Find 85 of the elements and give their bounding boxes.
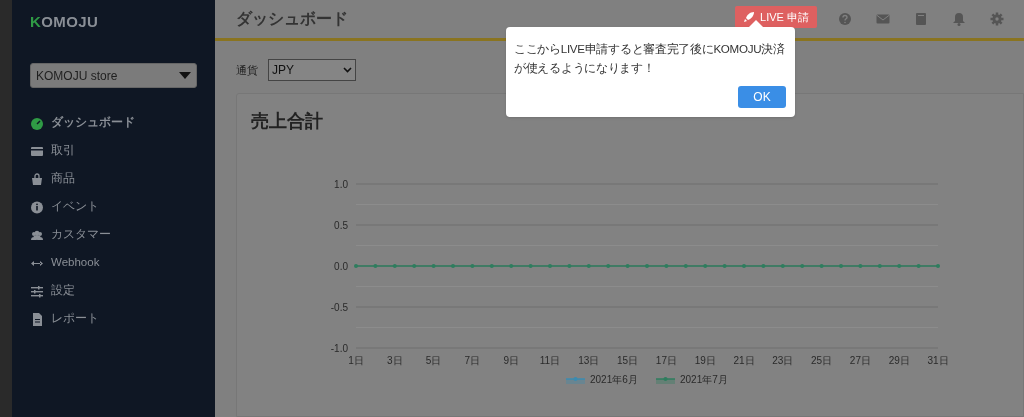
help-icon[interactable] — [838, 12, 852, 26]
data-point — [897, 264, 902, 268]
data-point — [877, 264, 882, 268]
x-tick-label: 15日 — [617, 355, 639, 366]
page-title: ダッシュボード — [236, 9, 348, 29]
currency-select[interactable]: JPY — [268, 59, 356, 81]
ok-button[interactable]: OK — [738, 86, 786, 108]
data-point — [392, 264, 397, 268]
book-icon[interactable] — [914, 12, 928, 26]
nav-item[interactable]: 取引 — [51, 142, 75, 160]
x-tick-label: 11日 — [539, 355, 561, 366]
caret-icon — [179, 72, 191, 79]
y-tick-label: -0.5 — [330, 302, 348, 313]
nav-item[interactable]: Webhook — [51, 254, 100, 272]
data-point — [606, 264, 611, 268]
legend-label: 2021年7月 — [680, 374, 728, 385]
data-point — [431, 264, 436, 268]
x-tick-label: 23日 — [772, 355, 794, 366]
sliders-icon — [30, 283, 44, 299]
store-select[interactable]: KOMOJU store — [30, 63, 197, 88]
data-point — [567, 264, 572, 268]
legend-swatch-icon — [655, 377, 676, 384]
nav-item[interactable]: イベント — [51, 198, 99, 216]
data-point — [839, 264, 843, 268]
x-tick-label: 29日 — [888, 355, 910, 366]
rocket-icon — [743, 11, 756, 23]
y-tick-label: 0.5 — [334, 220, 348, 231]
data-point — [916, 264, 921, 268]
data-point — [412, 264, 417, 268]
data-point — [509, 264, 514, 268]
data-point — [664, 264, 669, 268]
logo: KOMOJU — [30, 13, 99, 30]
data-point — [528, 264, 533, 268]
x-tick-label: 3日 — [387, 355, 403, 366]
settings-icon[interactable] — [990, 12, 1004, 26]
bag-icon — [30, 171, 44, 187]
data-point — [451, 264, 455, 268]
data-point — [780, 264, 785, 268]
data-point — [625, 264, 630, 268]
x-tick-label: 7日 — [464, 355, 481, 366]
x-tick-label: 31日 — [927, 355, 949, 366]
card-title: 売上合計 — [251, 110, 323, 133]
legend-swatch-icon — [565, 377, 586, 384]
info-icon — [30, 199, 44, 215]
data-point — [489, 264, 494, 268]
data-point — [819, 264, 824, 268]
y-tick-label: 1.0 — [334, 179, 348, 190]
data-point — [800, 264, 805, 268]
nav-item[interactable]: ダッシュボード — [51, 114, 135, 132]
x-tick-label: 5日 — [425, 355, 442, 366]
data-point — [722, 264, 727, 268]
x-tick-label: 27日 — [849, 355, 871, 366]
data-point — [470, 264, 475, 268]
data-point — [761, 264, 766, 268]
popover-message: ここからLIVE申請すると審査完了後にKOMOJU決済が使えるようになります！ — [513, 41, 786, 77]
data-point — [548, 264, 552, 268]
nav-item[interactable]: レポート — [51, 310, 99, 328]
nav-item[interactable]: 商品 — [51, 170, 75, 188]
x-tick-label: 13日 — [578, 355, 600, 366]
y-tick-label: 0.0 — [334, 261, 348, 272]
nav-item[interactable]: カスタマー — [51, 226, 111, 244]
data-point — [936, 264, 940, 268]
bell-icon[interactable] — [952, 12, 966, 26]
x-tick-label: 25日 — [811, 355, 833, 366]
x-tick-label: 19日 — [694, 355, 716, 366]
nav-item[interactable]: 設定 — [51, 282, 75, 300]
data-point — [373, 264, 378, 268]
currency-label: 通貨 — [236, 62, 258, 78]
live-apply-button[interactable]: LIVE 申請 — [735, 6, 817, 28]
data-point — [354, 264, 358, 268]
x-tick-label: 21日 — [733, 355, 755, 366]
x-tick-label: 1日 — [348, 355, 364, 366]
data-point — [645, 264, 649, 268]
y-tick-label: -1.0 — [330, 343, 348, 354]
document-icon — [30, 311, 44, 327]
data-point — [683, 264, 688, 268]
x-tick-label: 9日 — [503, 355, 519, 366]
data-point — [703, 264, 708, 268]
mail-icon[interactable] — [876, 12, 890, 26]
data-point — [858, 264, 863, 268]
data-point — [742, 264, 746, 268]
chevron-icon — [343, 67, 352, 73]
legend-label: 2021年6月 — [590, 374, 638, 385]
x-tick-label: 17日 — [655, 355, 677, 366]
data-point — [586, 264, 591, 268]
